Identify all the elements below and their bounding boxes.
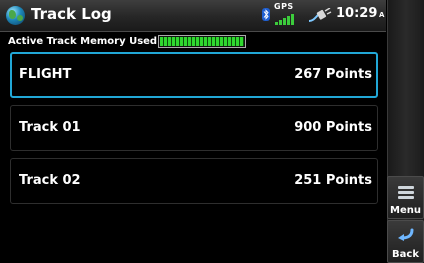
clock: 10:29 <box>336 6 378 21</box>
memory-usage-fill <box>160 37 244 46</box>
track-log-screen: Track Log GPS 10:29 A Active Track Memor… <box>0 0 424 263</box>
gps-status: GPS <box>274 2 298 28</box>
back-label: Back <box>392 249 419 260</box>
title-bar: Track Log GPS 10:29 A <box>0 0 386 32</box>
track-row-track-01[interactable]: Track 01 900 Points <box>10 105 378 151</box>
memory-usage-bar <box>158 35 246 48</box>
track-row-flight[interactable]: FLIGHT 267 Points <box>10 52 378 98</box>
track-name: Track 02 <box>19 173 81 188</box>
clock-suffix: A <box>379 11 385 19</box>
track-points: 251 Points <box>294 173 372 188</box>
track-name: FLIGHT <box>19 67 72 82</box>
bluetooth-icon <box>262 8 270 21</box>
track-points: 900 Points <box>294 120 372 135</box>
gps-signal-icon <box>275 14 297 25</box>
track-points: 267 Points <box>294 67 372 82</box>
page-title: Track Log <box>31 5 112 23</box>
memory-label: Active Track Memory Used <box>8 36 158 47</box>
power-plug-icon <box>308 8 332 22</box>
menu-icon <box>398 186 414 199</box>
track-name: Track 01 <box>19 120 81 135</box>
menu-label: Menu <box>390 205 421 216</box>
track-row-track-02[interactable]: Track 02 251 Points <box>10 158 378 204</box>
menu-button[interactable]: Menu <box>387 176 424 219</box>
back-arrow-icon <box>398 228 414 241</box>
gps-label: GPS <box>274 2 294 11</box>
globe-icon <box>6 6 25 25</box>
